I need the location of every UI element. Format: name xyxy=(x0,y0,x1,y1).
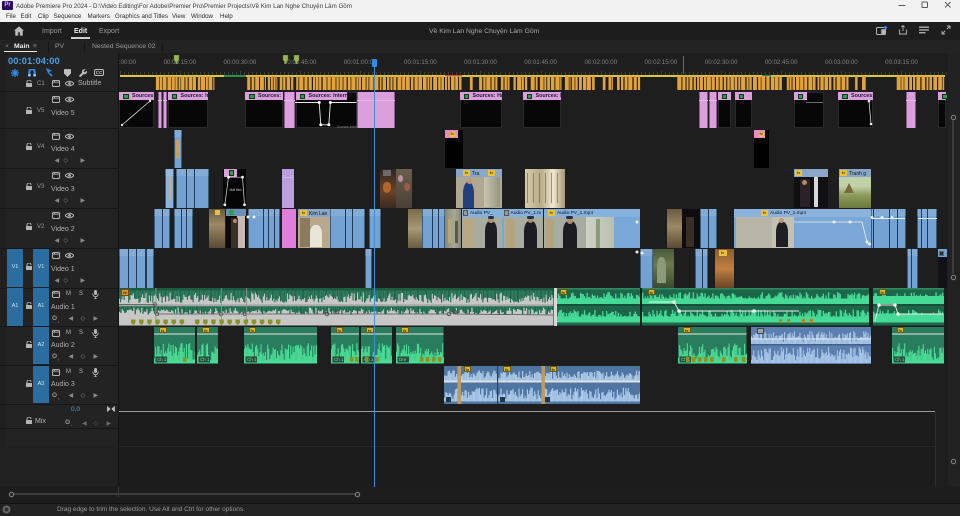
svg-text:Ch 1: Ch 1 xyxy=(200,357,210,362)
svg-text:Ch 1: Ch 1 xyxy=(157,357,167,362)
svg-text:Ch 1: Ch 1 xyxy=(895,357,905,362)
svg-text:Ch 1: Ch 1 xyxy=(334,357,344,362)
svg-text:Dre: Dre xyxy=(399,357,407,362)
svg-text:Ch 1: Ch 1 xyxy=(247,357,257,362)
